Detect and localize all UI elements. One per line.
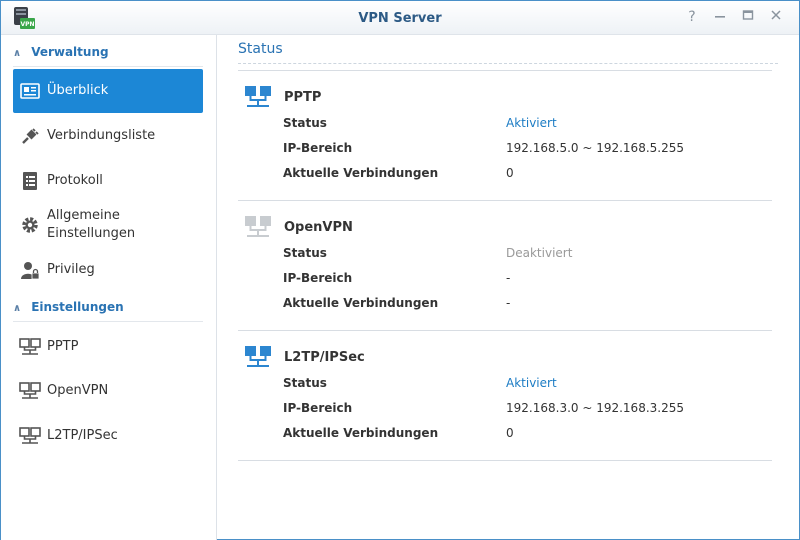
connections-label: Aktuelle Verbindungen <box>283 296 439 310</box>
status-value: Aktiviert <box>506 116 557 130</box>
window-title: VPN Server <box>358 11 442 26</box>
sidebar-item-label: Allgemeine Einstellungen <box>47 208 136 241</box>
user-lock-icon <box>13 260 47 280</box>
ip-range-value: 192.168.3.0 ~ 192.168.3.255 <box>506 401 684 415</box>
status-value: Deaktiviert <box>506 246 573 260</box>
page-title: Status <box>238 41 283 57</box>
status-label: Status <box>283 376 327 390</box>
sidebar-item-privileg[interactable]: Privileg <box>13 248 203 292</box>
ip-range-value: - <box>506 271 511 285</box>
connections-row: Aktuelle Verbindungen 0 <box>283 426 763 444</box>
ip-range-row: IP-Bereich 192.168.3.0 ~ 192.168.3.255 <box>283 401 763 419</box>
ip-range-label: IP-Bereich <box>283 271 353 285</box>
ip-range-label: IP-Bereich <box>283 141 353 155</box>
service-block-openvpn: OpenVPN Status Deaktiviert IP-Bereich - … <box>238 200 772 330</box>
network-icon <box>13 382 47 400</box>
sidebar: ∧ Verwaltung Überblick Verbindungsliste … <box>1 35 217 540</box>
section-header-verwaltung[interactable]: ∧ Verwaltung <box>13 45 203 67</box>
connections-value: - <box>506 296 511 310</box>
network-icon <box>13 338 47 356</box>
overview-icon <box>13 83 47 99</box>
service-name: OpenVPN <box>284 219 353 235</box>
sidebar-item-label: Überblick <box>47 83 109 98</box>
sidebar-item-label: Verbindungsliste <box>47 128 156 143</box>
network-active-icon <box>245 86 271 107</box>
status-row: Status Aktiviert <box>283 376 763 394</box>
sidebar-item-protokoll[interactable]: Protokoll <box>13 159 203 203</box>
ip-range-value: 192.168.5.0 ~ 192.168.5.255 <box>506 141 684 155</box>
sidebar-item-label: OpenVPN <box>47 383 109 398</box>
service-header: PPTP <box>244 85 321 109</box>
chevron-up-icon: ∧ <box>13 48 22 59</box>
status-label: Status <box>283 116 327 130</box>
status-row: Status Deaktiviert <box>283 246 763 264</box>
connections-row: Aktuelle Verbindungen - <box>283 296 763 314</box>
log-icon <box>13 171 47 191</box>
connections-value: 0 <box>506 426 514 440</box>
service-header: OpenVPN <box>244 215 353 239</box>
network-active-icon <box>245 346 271 367</box>
sidebar-item-label: Privileg <box>47 262 95 277</box>
gear-icon <box>13 215 47 235</box>
status-label: Status <box>283 246 327 260</box>
minimize-icon[interactable] <box>711 8 729 26</box>
service-header: L2TP/IPSec <box>244 345 365 369</box>
sidebar-item-label: PPTP <box>47 339 79 354</box>
service-name: L2TP/IPSec <box>284 349 365 365</box>
service-block-l2tp-ipsec: L2TP/IPSec Status Aktiviert IP-Bereich 1… <box>238 330 772 461</box>
section-header-einstellungen[interactable]: ∧ Einstellungen <box>13 300 203 322</box>
plug-icon <box>13 126 47 146</box>
sidebar-item-verbindungsliste[interactable]: Verbindungsliste <box>13 114 203 158</box>
connections-label: Aktuelle Verbindungen <box>283 426 439 440</box>
divider <box>238 63 778 64</box>
sidebar-item-pptp[interactable]: PPTP <box>13 325 203 369</box>
chevron-up-icon: ∧ <box>13 303 22 314</box>
title-bar: VPN VPN Server ? <box>1 1 799 35</box>
ip-range-label: IP-Bereich <box>283 401 353 415</box>
maximize-icon[interactable] <box>739 8 757 26</box>
network-inactive-icon <box>245 216 271 237</box>
connections-label: Aktuelle Verbindungen <box>283 166 439 180</box>
status-value: Aktiviert <box>506 376 557 390</box>
help-icon[interactable]: ? <box>683 8 701 26</box>
network-icon <box>13 427 47 445</box>
section-header-label: Verwaltung <box>31 45 109 59</box>
sidebar-item-allgemeine-einstellungen[interactable]: Allgemeine Einstellungen <box>13 203 203 247</box>
service-block-pptp: PPTP Status Aktiviert IP-Bereich 192.168… <box>238 70 772 200</box>
sidebar-item-label: L2TP/IPSec <box>47 428 118 443</box>
status-row: Status Aktiviert <box>283 116 763 134</box>
close-icon[interactable] <box>767 8 785 26</box>
section-header-label: Einstellungen <box>31 300 124 314</box>
sidebar-item-ueberblick[interactable]: Überblick <box>13 69 203 113</box>
sidebar-item-openvpn[interactable]: OpenVPN <box>13 369 203 413</box>
vpn-server-window: VPN VPN Server ? ∧ Verwaltung Überblick <box>0 0 800 540</box>
sidebar-item-l2tp-ipsec[interactable]: L2TP/IPSec <box>13 414 203 458</box>
service-name: PPTP <box>284 89 322 105</box>
main-content: Status PPTP Status Aktiviert IP-Bereich … <box>218 35 799 540</box>
ip-range-row: IP-Bereich 192.168.5.0 ~ 192.168.5.255 <box>283 141 763 159</box>
sidebar-item-label: Protokoll <box>47 173 103 188</box>
ip-range-row: IP-Bereich - <box>283 271 763 289</box>
connections-row: Aktuelle Verbindungen 0 <box>283 166 763 184</box>
connections-value: 0 <box>506 166 514 180</box>
